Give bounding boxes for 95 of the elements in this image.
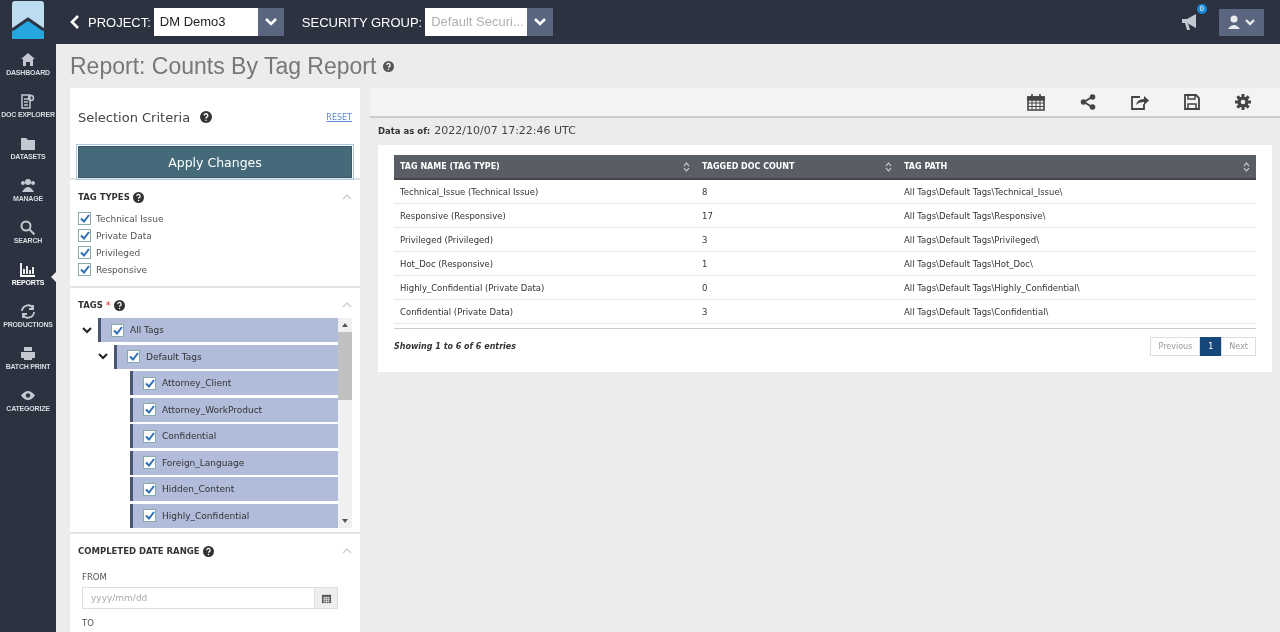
checkbox-label: Privileged [96,247,141,258]
apply-changes-button[interactable]: Apply Changes [78,146,352,178]
search-icon [20,220,36,235]
section-heading: TAG TYPES [78,192,130,202]
eye-icon [20,388,36,403]
sort-icon[interactable] [683,161,690,172]
refresh-icon [20,304,36,319]
page-button[interactable]: 1 [1200,337,1222,356]
table-cell: 8 [696,179,898,204]
reset-link[interactable]: RESET [326,112,352,122]
calendar-icon[interactable] [1027,93,1045,111]
checkbox-label: Private Data [96,230,152,241]
tree-item[interactable]: Default Tags [114,344,338,369]
folder-icon [20,136,36,151]
page-title: Report: Counts By Tag Report [70,52,377,80]
table-cell: Hot_Doc (Responsive) [394,251,696,276]
export-icon[interactable] [1131,94,1149,110]
tree-item[interactable]: All Tags [98,318,338,342]
tree-item[interactable]: Confidential [130,424,338,448]
section-heading: COMPLETED DATE RANGE [78,546,200,556]
help-icon[interactable] [113,299,125,311]
table-cell: Confidential (Private Data) [394,299,696,324]
save-icon[interactable] [1184,94,1200,110]
document-search-icon [20,94,36,109]
table-cell: All Tags\Default Tags\Responsive\ [898,203,1256,228]
section-heading: TAGS [78,300,103,310]
table-cell: All Tags\Default Tags\Hot_Doc\ [898,251,1256,276]
table-cell: All Tags\Default Tags\Highly_Confidential\ [898,275,1256,300]
expand-icon[interactable] [98,353,108,360]
scrollbar[interactable] [338,318,352,528]
checkbox[interactable] [78,212,91,225]
users-icon [20,178,36,193]
table-cell: Highly_Confidential (Private Data) [394,275,696,300]
table-cell: All Tags\Default Tags\Technical_Issue\ [898,179,1256,204]
checkbox-label: Technical Issue [96,213,164,224]
printer-icon [20,346,36,361]
settings-icon[interactable] [1235,94,1251,110]
chevron-down-icon[interactable] [263,17,278,27]
checkbox[interactable] [143,429,156,443]
checkbox[interactable] [78,229,91,242]
table-cell: All Tags\Default Tags\Confidential\ [898,299,1256,324]
column-header[interactable]: TAG NAME (TAG TYPE) [394,155,696,179]
table-cell: 0 [696,275,898,300]
data-as-of-value: 2022/10/07 17:22:46 UTC [434,124,576,137]
field-label: FROM [81,571,108,584]
table-info: Showing 1 to 6 of 6 entries [394,342,517,351]
user-menu-button[interactable] [1219,8,1264,36]
user-icon [1228,15,1240,29]
checkbox[interactable] [143,482,156,496]
checkbox-label: Responsive [96,264,148,275]
table-cell: Privileged (Privileged) [394,227,696,252]
data-as-of-label: Data as of: [378,126,431,136]
checkbox[interactable] [143,456,156,469]
caret-icon [1245,18,1255,26]
checkbox[interactable] [143,509,156,522]
help-icon[interactable] [202,545,214,557]
checkbox[interactable] [111,323,124,337]
tree-item[interactable]: Attorney_WorkProduct [130,397,338,422]
calendar-icon [320,592,332,604]
field-label: TO [81,617,95,630]
checkbox[interactable] [78,246,91,259]
table-cell: Technical_Issue (Technical Issue) [394,179,696,204]
help-icon[interactable] [200,111,213,123]
table-cell: 3 [696,227,898,252]
chevron-down-icon[interactable] [533,17,548,27]
column-header[interactable]: TAG PATH [898,155,1256,179]
table-cell: 1 [696,251,898,276]
tree-item[interactable]: Foreign_Language [130,450,338,475]
tree-item[interactable]: Highly_Confidential [130,503,338,528]
date-field[interactable]: yyyy/mm/dd [82,587,338,609]
table-cell: 3 [696,299,898,324]
table-cell: Responsive (Responsive) [394,203,696,228]
security-group-label: SECURITY GROUP: [301,14,423,30]
help-icon[interactable] [383,60,395,72]
tree-item[interactable]: Hidden_Content [130,477,338,501]
expand-icon[interactable] [82,326,92,334]
checkbox[interactable] [143,376,156,390]
checkbox[interactable] [127,350,140,363]
tree-item[interactable]: Attorney_Client [130,371,338,395]
back-icon[interactable] [70,14,80,30]
column-header[interactable]: TAGGED DOC COUNT [696,155,898,179]
calendar-button[interactable] [314,588,337,608]
help-icon[interactable] [132,191,144,203]
sort-icon[interactable] [1243,161,1250,172]
table-cell: 17 [696,203,898,228]
bar-chart-icon [20,262,36,277]
required-mark: * [105,299,111,311]
share-icon[interactable] [1080,94,1096,110]
sort-icon[interactable] [885,161,892,172]
table-cell: All Tags\Default Tags\Privileged\ [898,227,1256,252]
home-icon [20,52,36,67]
checkbox[interactable] [143,403,156,416]
section-title: Selection Criteria [78,109,191,125]
project-label: PROJECT: [88,14,151,30]
checkbox[interactable] [78,263,91,276]
